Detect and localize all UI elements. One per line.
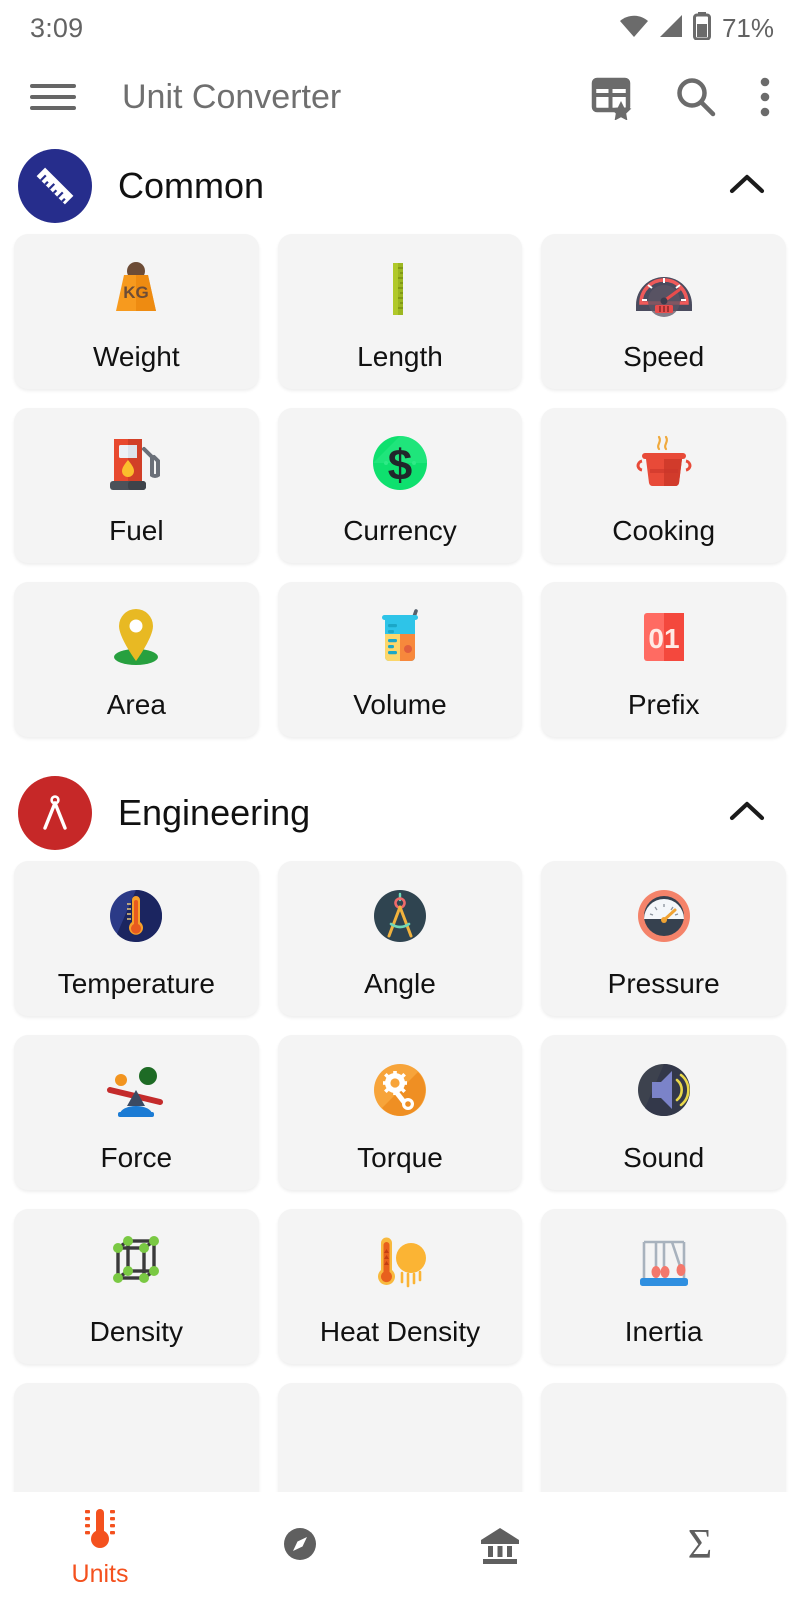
status-bar: 3:09 71%	[0, 0, 800, 56]
newtons-cradle-icon	[628, 1226, 700, 1302]
battery-percent-label: 71%	[721, 12, 774, 43]
bottom-navigation-bar: Units Σ	[0, 1492, 800, 1600]
category-label: Volume	[353, 688, 447, 720]
svg-text:01: 01	[648, 623, 679, 654]
category-card-density[interactable]: Density	[14, 1209, 259, 1364]
fuel-pump-icon	[100, 425, 172, 501]
ruler-vertical-icon	[364, 251, 436, 327]
section-header-common[interactable]: Common	[0, 138, 800, 234]
section-title: Common	[118, 165, 265, 206]
svg-text:Σ: Σ	[688, 1522, 712, 1568]
compass-icon	[278, 1522, 322, 1571]
battery-icon	[692, 11, 711, 45]
status-indicators: 71%	[619, 11, 774, 45]
category-label: Pressure	[607, 967, 720, 999]
category-label: Angle	[364, 967, 436, 999]
category-label: Currency	[343, 514, 457, 546]
category-card-force[interactable]: Force	[14, 1035, 259, 1190]
molecule-cube-icon	[100, 1226, 172, 1302]
category-card-length[interactable]: Length	[277, 234, 523, 389]
cell-signal-icon	[658, 14, 684, 43]
ruler-icon	[18, 149, 92, 223]
chevron-up-icon[interactable]	[728, 171, 766, 202]
toolbar-actions	[588, 74, 778, 120]
category-scroll-area[interactable]: Common KG Weight Length Speed Fuel $ Cur…	[0, 138, 800, 1492]
nav-item-units[interactable]: Units	[0, 1492, 200, 1600]
category-label: Heat Density	[319, 1315, 481, 1347]
category-label: Cooking	[612, 514, 716, 546]
category-card-angle[interactable]: Angle	[277, 861, 523, 1016]
category-grid-engineering: Temperature Angle Pressure Force Torque …	[0, 861, 800, 1492]
category-label: Length	[357, 340, 443, 372]
category-label: Force	[100, 1141, 173, 1173]
speedometer-icon	[628, 251, 700, 327]
app-toolbar: Unit Converter	[0, 56, 800, 138]
category-label: Area	[106, 688, 166, 720]
thermometer-circle-icon	[100, 878, 172, 954]
weight-kg-icon: KG	[100, 251, 172, 327]
nav-label-units: Units	[71, 1560, 129, 1588]
category-card-fuel[interactable]: Fuel	[14, 408, 259, 563]
compass-divider-icon	[18, 776, 92, 850]
category-card-volume[interactable]: Volume	[277, 582, 523, 737]
lever-balance-icon	[100, 1052, 172, 1128]
cooking-pot-icon	[628, 425, 700, 501]
category-grid-common: KG Weight Length Speed Fuel $ Currency C…	[0, 234, 800, 737]
nav-item-bank[interactable]	[400, 1492, 600, 1600]
category-card-sound[interactable]: Sound	[541, 1035, 786, 1190]
category-card-pressure[interactable]: Pressure	[541, 861, 786, 1016]
category-label: Weight	[93, 340, 180, 372]
category-card-weight[interactable]: KG Weight	[14, 234, 259, 389]
section-title: Engineering	[118, 792, 311, 833]
category-card-inertia[interactable]: Inertia	[541, 1209, 786, 1364]
chevron-up-icon[interactable]	[728, 798, 766, 829]
page-title: Unit Converter	[122, 77, 342, 116]
thermometer-icon	[78, 1503, 122, 1556]
category-label: Temperature	[57, 967, 215, 999]
category-card-currency[interactable]: $ Currency	[277, 408, 523, 563]
category-card-area[interactable]: Area	[14, 582, 259, 737]
category-card-partial[interactable]	[277, 1383, 523, 1492]
search-icon[interactable]	[674, 75, 718, 119]
svg-text:KG: KG	[124, 283, 150, 302]
category-label: Torque	[357, 1141, 443, 1173]
overflow-menu-icon[interactable]	[758, 76, 772, 118]
category-card-heat-density[interactable]: Heat Density	[277, 1209, 523, 1364]
sigma-icon: Σ	[678, 1520, 722, 1573]
category-label: Speed	[623, 340, 705, 372]
wrench-gear-icon	[364, 1052, 436, 1128]
number-card-icon: 01	[628, 599, 700, 675]
favorites-grid-icon[interactable]	[588, 74, 634, 120]
status-time: 3:09	[30, 12, 84, 43]
category-label: Density	[89, 1315, 184, 1347]
compass-circle-icon	[364, 878, 436, 954]
category-card-temperature[interactable]: Temperature	[14, 861, 259, 1016]
pressure-gauge-icon	[628, 878, 700, 954]
bank-icon	[477, 1522, 523, 1571]
thermometer-sun-icon	[364, 1226, 436, 1302]
category-label: Inertia	[624, 1315, 703, 1347]
section-header-engineering[interactable]: Engineering	[0, 765, 800, 861]
category-card-speed[interactable]: Speed	[541, 234, 786, 389]
dollar-coin-icon: $	[364, 425, 436, 501]
speaker-waves-icon	[628, 1052, 700, 1128]
category-label: Prefix	[627, 688, 700, 720]
category-label: Sound	[623, 1141, 705, 1173]
wifi-icon	[619, 14, 649, 43]
category-card-cooking[interactable]: Cooking	[541, 408, 786, 563]
hamburger-menu-icon[interactable]	[30, 80, 76, 114]
beaker-icon	[364, 599, 436, 675]
category-card-partial[interactable]	[541, 1383, 786, 1492]
category-card-partial[interactable]	[14, 1383, 259, 1492]
nav-item-compass[interactable]	[200, 1492, 400, 1600]
category-card-torque[interactable]: Torque	[277, 1035, 523, 1190]
nav-item-sigma[interactable]: Σ	[600, 1492, 800, 1600]
category-label: Fuel	[109, 514, 164, 546]
svg-text:$: $	[388, 441, 412, 490]
category-card-prefix[interactable]: 01 Prefix	[541, 582, 786, 737]
map-pin-icon	[100, 599, 172, 675]
